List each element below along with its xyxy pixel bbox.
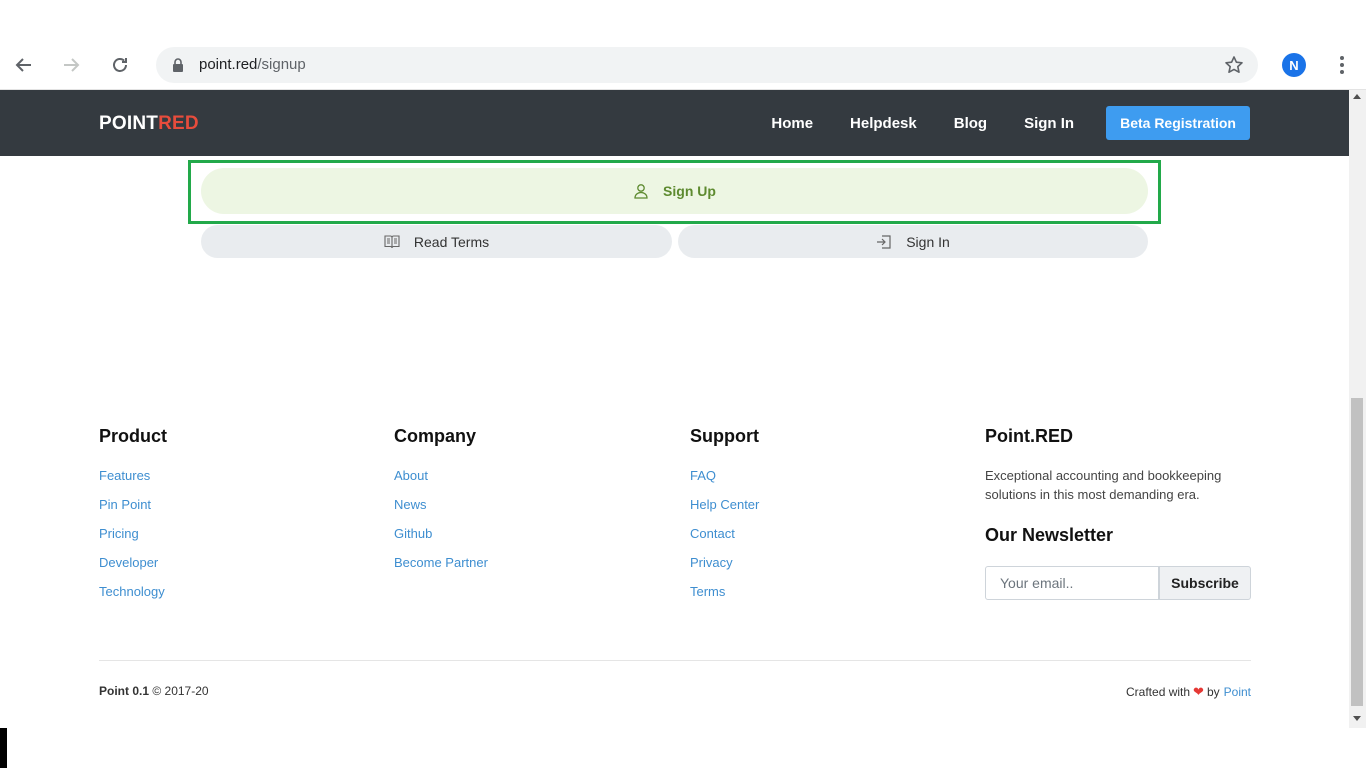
footer-link-faq[interactable]: FAQ [690, 461, 759, 490]
sign-in-icon [877, 234, 891, 249]
sign-up-label: Sign Up [663, 183, 716, 199]
heart-icon: ❤ [1193, 684, 1204, 699]
arrow-right-icon [64, 58, 80, 72]
footer-link-news[interactable]: News [394, 490, 488, 519]
scrollbar-thumb[interactable] [1351, 398, 1363, 706]
crafted-prefix: Crafted with [1126, 685, 1191, 699]
read-terms-label: Read Terms [413, 233, 490, 250]
footer-support: Support FAQ Help Center Contact Privacy … [690, 426, 759, 613]
brand-logo[interactable]: POINTRED [99, 113, 199, 135]
copyright-years: © 2017-20 [152, 684, 209, 698]
footer-company: Company About News Github Become Partner [394, 426, 488, 584]
url-host: point.red [199, 56, 258, 73]
reload-icon [113, 58, 127, 72]
url-path: /signup [257, 56, 306, 73]
footer-link-pricing[interactable]: Pricing [99, 519, 167, 548]
footer-about: Point.RED Exceptional accounting and boo… [985, 426, 1251, 600]
subscribe-button[interactable]: Subscribe [1159, 566, 1251, 600]
page-scrollbar[interactable] [1349, 90, 1366, 728]
forward-button[interactable] [58, 52, 84, 78]
footer-link-about[interactable]: About [394, 461, 488, 490]
scroll-up-arrow-icon[interactable] [1353, 94, 1361, 99]
footer-link-pin-point[interactable]: Pin Point [99, 490, 167, 519]
kebab-menu-icon[interactable] [1330, 52, 1354, 78]
lock-icon [172, 58, 184, 77]
copyright-version: Point 0.1 [99, 684, 150, 698]
footer-divider [99, 660, 1251, 661]
site-navbar: POINTRED Home Helpdesk Blog Sign In Beta… [0, 90, 1349, 156]
footer-link-github[interactable]: Github [394, 519, 488, 548]
crafted-author-link[interactable]: Point [1224, 685, 1251, 699]
nav-home[interactable]: Home [771, 115, 813, 132]
nav-sign-in[interactable]: Sign In [1024, 115, 1074, 132]
newsletter-form: Subscribe [985, 566, 1251, 600]
footer-about-title: Point.RED [985, 426, 1073, 446]
brand-accent: RED [158, 113, 199, 134]
nav-blog[interactable]: Blog [954, 115, 987, 132]
crafted-with: Crafted with ❤ by Point [1126, 684, 1251, 700]
footer-link-terms[interactable]: Terms [690, 577, 759, 606]
nav-helpdesk[interactable]: Helpdesk [850, 115, 917, 132]
footer-link-features[interactable]: Features [99, 461, 167, 490]
book-icon [384, 234, 400, 248]
browser-toolbar: point.red/signup N [0, 40, 1366, 90]
crafted-by: by [1206, 685, 1220, 699]
footer-link-help-center[interactable]: Help Center [690, 490, 759, 519]
footer-support-title: Support [690, 426, 759, 446]
star-icon[interactable] [1224, 55, 1244, 80]
sign-in-button[interactable]: Sign In [678, 225, 1148, 258]
scroll-down-arrow-icon[interactable] [1353, 716, 1361, 721]
browser-tab-strip [0, 0, 1366, 40]
user-icon [634, 184, 648, 199]
profile-avatar[interactable]: N [1282, 53, 1306, 77]
address-url: point.red/signup [199, 56, 306, 73]
newsletter-title: Our Newsletter [985, 525, 1114, 545]
footer-about-description: Exceptional accounting and bookkeeping s… [985, 468, 1222, 502]
corner-artifact [0, 728, 7, 768]
footer-product: Product Features Pin Point Pricing Devel… [99, 426, 167, 613]
footer-link-technology[interactable]: Technology [99, 577, 167, 606]
footer-product-title: Product [99, 426, 168, 446]
bottom-strip [7, 728, 1366, 768]
sign-up-button[interactable]: Sign Up [201, 168, 1148, 214]
sign-in-label: Sign In [906, 233, 950, 250]
footer-link-privacy[interactable]: Privacy [690, 548, 759, 577]
footer-link-developer[interactable]: Developer [99, 548, 167, 577]
footer-company-title: Company [394, 426, 477, 446]
address-bar[interactable]: point.red/signup [156, 47, 1258, 83]
arrow-left-icon [15, 58, 31, 72]
footer-link-become-partner[interactable]: Become Partner [394, 548, 488, 577]
screen: point.red/signup N POINTRED Home Helpdes… [0, 0, 1366, 768]
reload-button[interactable] [107, 52, 133, 78]
beta-registration-button[interactable]: Beta Registration [1106, 106, 1250, 140]
copyright: Point 0.1 © 2017-20 [99, 684, 209, 698]
brand-primary: POINT [99, 113, 159, 134]
footer-link-contact[interactable]: Contact [690, 519, 759, 548]
nav-links: Home Helpdesk Blog Sign In Beta Registra… [734, 106, 1250, 140]
back-button[interactable] [11, 52, 37, 78]
newsletter-email-input[interactable] [985, 566, 1159, 600]
page-viewport: POINTRED Home Helpdesk Blog Sign In Beta… [0, 90, 1349, 728]
read-terms-button[interactable]: Read Terms [201, 225, 672, 258]
